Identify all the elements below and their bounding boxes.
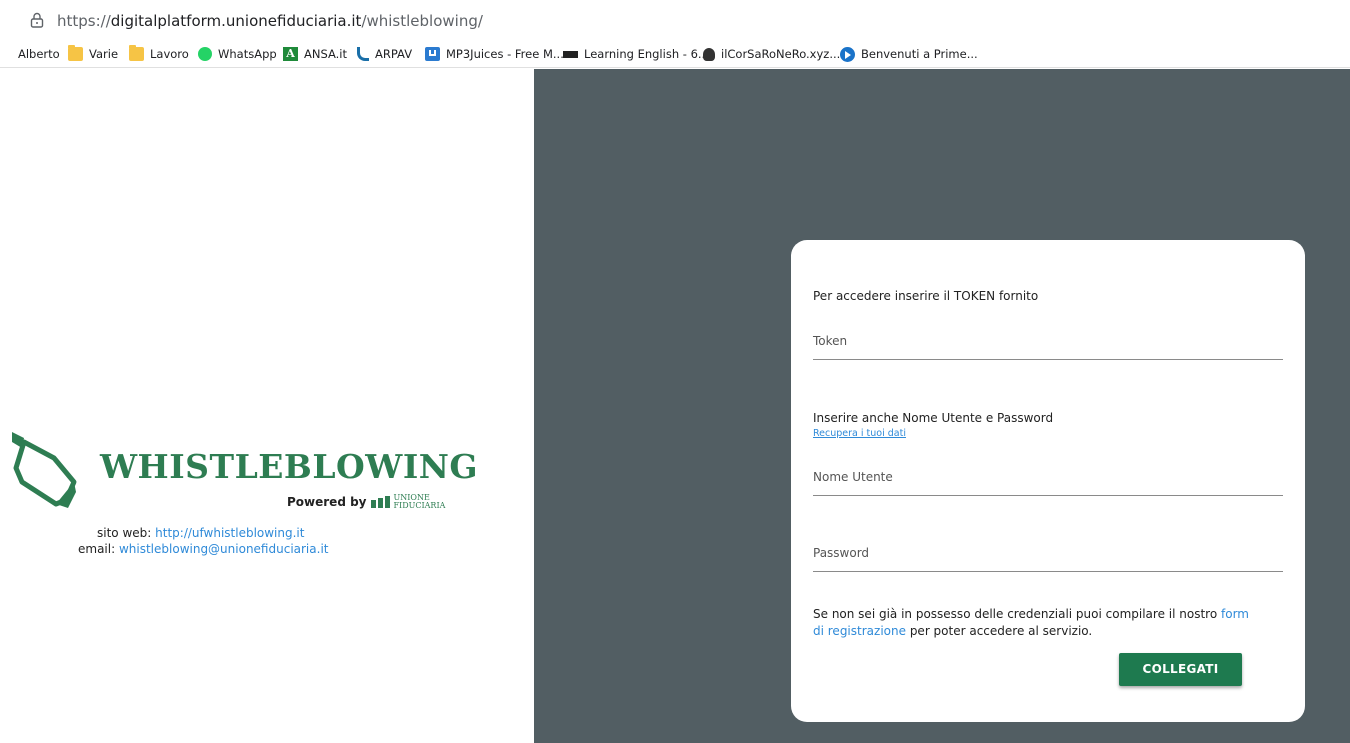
bookmark-label: Benvenuti a Prime... [861,47,978,61]
website-link[interactable]: http://ufwhistleblowing.it [155,526,304,540]
skull-icon [703,47,715,61]
login-panel: Per accedere inserire il TOKEN fornito T… [534,69,1350,743]
website-label: sito web: [97,526,152,540]
bookmark-label: Alberto [18,47,60,61]
url-scheme: https:// [57,12,111,30]
bookmark-lavoro[interactable]: Lavoro [129,44,189,64]
password-input[interactable]: Password [813,540,1283,572]
bookmark-arpav[interactable]: ARPAV [357,44,412,64]
bookmark-label: Lavoro [150,47,189,61]
lock-icon[interactable] [30,12,44,28]
bookmark-label: ilCorSaRoNeRo.xyz... [721,47,841,61]
bookmark-label: ANSA.it [304,47,348,61]
bookmark-ilcorsaronero[interactable]: ilCorSaRoNeRo.xyz... [703,44,840,64]
folder-icon [129,45,144,61]
bookmarks-bar: Alberto Varie Lavoro WhatsApp A ANSA.it … [0,40,1350,68]
bookmark-whatsapp[interactable]: WhatsApp [198,44,277,64]
email-link[interactable]: whistleblowing@unionefiduciaria.it [119,542,329,556]
credentials-instruction: Inserire anche Nome Utente e Password [813,411,1054,425]
arpav-icon [357,47,369,61]
bookmark-ansa[interactable]: A ANSA.it [283,44,347,64]
ansa-icon: A [283,47,298,61]
username-input[interactable]: Nome Utente [813,464,1283,496]
token-placeholder: Token [813,334,848,348]
branding-panel: WHISTLEBLOWING Powered by UNIONE FIDUCIA… [0,69,534,743]
token-instruction: Per accedere inserire il TOKEN fornito [813,289,1039,303]
login-card: Per accedere inserire il TOKEN fornito T… [791,240,1305,722]
powered-by-label: Powered by [287,495,367,509]
bookmark-label: MP3Juices - Free M... [446,47,564,61]
address-bar[interactable]: https://digitalplatform.unionefiduciaria… [0,0,1350,40]
whistle-logo-icon [12,432,77,508]
collegati-button[interactable]: COLLEGATI [1119,653,1242,686]
bookmark-prime[interactable]: Benvenuti a Prime... [840,44,978,64]
whatsapp-icon [198,47,212,61]
bookmark-label: ARPAV [375,47,413,61]
url-host: digitalplatform.unionefiduciaria.it [110,12,362,30]
brand-title: WHISTLEBLOWING [100,447,479,486]
email-label: email: [78,542,116,556]
contact-email: email: whistleblowing@unionefiduciaria.i… [78,542,328,556]
company-name-line2: FIDUCIARIA [393,501,446,510]
registration-note: Se non sei già in possesso delle credenz… [813,606,1253,639]
recover-data-link[interactable]: Recupera i tuoi dati [813,428,906,439]
bookmark-mp3juices[interactable]: MP3Juices - Free M... [425,44,564,64]
download-icon [425,47,440,61]
bookmark-label: Varie [89,47,119,61]
unione-fiduciaria-logo-icon [370,496,391,508]
registration-text-before: Se non sei già in possesso delle credenz… [813,607,1218,621]
bbc-icon [563,50,578,58]
bookmark-varie[interactable]: Varie [68,44,118,64]
bookmark-label: Learning English - 6... [584,47,709,61]
bookmark-alberto[interactable]: Alberto [18,44,60,64]
powered-by: Powered by UNIONE FIDUCIARIA [287,494,445,510]
password-placeholder: Password [813,546,870,560]
token-input[interactable]: Token [813,328,1283,360]
url-text[interactable]: https://digitalplatform.unionefiduciaria… [57,12,483,30]
bookmark-label: WhatsApp [218,47,277,61]
username-placeholder: Nome Utente [813,470,893,484]
url-path: /whistleblowing/ [361,12,483,30]
company-name: UNIONE FIDUCIARIA [394,494,446,510]
registration-text-after: per poter accedere al servizio. [909,623,1093,638]
play-icon [840,46,855,62]
folder-icon [68,45,83,61]
bookmark-learning-english[interactable]: Learning English - 6... [563,44,709,64]
contact-website: sito web: http://ufwhistleblowing.it [97,526,304,540]
